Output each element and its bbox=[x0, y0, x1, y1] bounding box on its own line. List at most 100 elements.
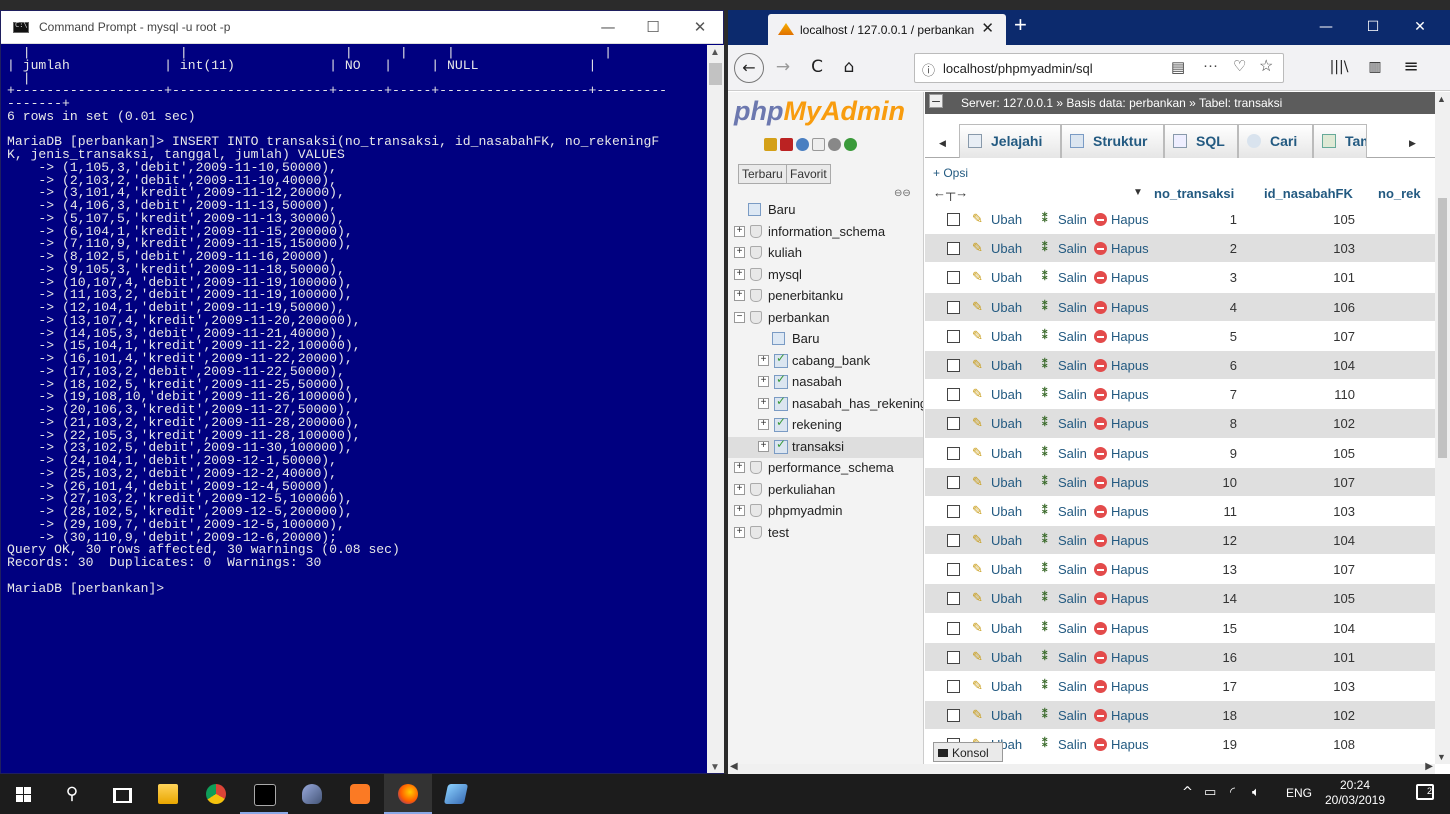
row-checkbox[interactable] bbox=[947, 563, 960, 577]
tree-item-nasabah-has-rekening[interactable]: + nasabah_has_rekening bbox=[728, 394, 923, 416]
delete-link[interactable]: Hapus bbox=[1111, 708, 1149, 723]
row-checkbox[interactable] bbox=[947, 475, 960, 489]
start-button[interactable] bbox=[0, 774, 48, 814]
cell-no-transaksi[interactable]: 8 bbox=[1197, 416, 1237, 431]
tree-item-baru[interactable]: Baru bbox=[728, 200, 923, 222]
cell-id-nasabahfk[interactable]: 107 bbox=[1315, 562, 1355, 577]
new-tab-button[interactable]: + bbox=[1014, 12, 1027, 38]
tree-item-kuliah[interactable]: + kuliah bbox=[728, 243, 923, 265]
edit-link[interactable]: Ubah bbox=[991, 387, 1022, 402]
delete-link[interactable]: Hapus bbox=[1111, 300, 1149, 315]
copy-icon[interactable]: ⁑ bbox=[1042, 737, 1048, 750]
edit-link[interactable]: Ubah bbox=[991, 270, 1022, 285]
pencil-icon[interactable]: ✎ bbox=[972, 445, 983, 461]
cmd-maximize-button[interactable]: ☐ bbox=[631, 11, 675, 44]
cmd-console-output[interactable]: | | | | | | | jumlah | int(11) | NO | | … bbox=[7, 47, 707, 771]
row-checkbox[interactable] bbox=[947, 388, 960, 402]
delete-link[interactable]: Hapus bbox=[1111, 212, 1149, 227]
scroll-right-icon[interactable]: ▶ bbox=[1425, 761, 1433, 772]
scroll-left-icon[interactable]: ◀ bbox=[730, 761, 738, 772]
row-checkbox[interactable] bbox=[947, 504, 960, 518]
cell-no-transaksi[interactable]: 7 bbox=[1197, 387, 1237, 402]
expand-icon[interactable]: + bbox=[734, 268, 745, 280]
copy-link[interactable]: Salin bbox=[1058, 241, 1087, 256]
copy-link[interactable]: Salin bbox=[1058, 679, 1087, 694]
expand-icon[interactable]: + bbox=[734, 225, 745, 237]
column-header-id-nasabahfk[interactable]: id_nasabahFK bbox=[1264, 186, 1353, 201]
tab-sql[interactable]: SQL bbox=[1164, 124, 1238, 158]
copy-icon[interactable]: ⁑ bbox=[1042, 591, 1048, 604]
copy-icon[interactable]: ⁑ bbox=[1042, 533, 1048, 546]
row-checkbox[interactable] bbox=[947, 329, 960, 343]
expand-icon[interactable]: + bbox=[734, 247, 745, 258]
pencil-icon[interactable]: ✎ bbox=[972, 269, 983, 285]
row-checkbox[interactable] bbox=[947, 300, 960, 314]
console-button[interactable]: Konsol bbox=[933, 742, 1003, 762]
edit-link[interactable]: Ubah bbox=[991, 358, 1022, 373]
cell-no-transaksi[interactable]: 12 bbox=[1197, 533, 1237, 548]
help-icon[interactable] bbox=[796, 138, 809, 151]
tree-item-baru[interactable]: Baru bbox=[728, 329, 923, 351]
copy-icon[interactable]: ⁑ bbox=[1042, 504, 1048, 517]
pencil-icon[interactable]: ✎ bbox=[972, 561, 983, 577]
expand-icon[interactable]: + bbox=[758, 440, 769, 452]
delete-icon[interactable] bbox=[1094, 592, 1107, 606]
pencil-icon[interactable]: ✎ bbox=[972, 532, 983, 548]
row-checkbox[interactable] bbox=[947, 650, 960, 664]
pencil-icon[interactable]: ✎ bbox=[972, 240, 983, 256]
copy-icon[interactable]: ⁑ bbox=[1042, 446, 1048, 459]
cell-id-nasabahfk[interactable]: 107 bbox=[1315, 329, 1355, 344]
sidebar-icon[interactable]: ▥ bbox=[1360, 53, 1390, 83]
copy-link[interactable]: Salin bbox=[1058, 562, 1087, 577]
delete-link[interactable]: Hapus bbox=[1111, 621, 1149, 636]
scroll-down-icon[interactable]: ▼ bbox=[710, 762, 720, 773]
delete-link[interactable]: Hapus bbox=[1111, 562, 1149, 577]
page-scrollbar[interactable]: ▲ ▼ bbox=[1435, 92, 1450, 764]
cmd-close-button[interactable]: ✕ bbox=[678, 11, 722, 44]
cell-no-transaksi[interactable]: 16 bbox=[1197, 650, 1237, 665]
bookmark-star-icon[interactable]: ☆ bbox=[1259, 56, 1273, 76]
cell-no-transaksi[interactable]: 17 bbox=[1197, 679, 1237, 694]
cell-no-transaksi[interactable]: 18 bbox=[1197, 708, 1237, 723]
copy-link[interactable]: Salin bbox=[1058, 300, 1087, 315]
expand-icon[interactable]: + bbox=[758, 376, 769, 387]
ff-maximize-button[interactable]: ☐ bbox=[1353, 10, 1393, 45]
delete-icon[interactable] bbox=[1094, 271, 1107, 285]
tab-jelajahi[interactable]: Jelajahi bbox=[959, 124, 1061, 158]
url-bar[interactable]: ⓘ localhost/phpmyadmin/sql ▤ ··· ♡ ☆ bbox=[914, 53, 1284, 83]
page-horizontal-scrollbar[interactable]: ◀ ▶ bbox=[728, 761, 1435, 774]
reload-button[interactable]: C bbox=[802, 53, 832, 83]
tab-tambahkan[interactable]: Tambahkan bbox=[1313, 124, 1367, 158]
reader-view-icon[interactable]: ▤ bbox=[1171, 58, 1185, 76]
cell-id-nasabahfk[interactable]: 104 bbox=[1315, 358, 1355, 373]
delete-icon[interactable] bbox=[1094, 738, 1107, 752]
home-icon[interactable] bbox=[764, 138, 777, 151]
cell-no-transaksi[interactable]: 4 bbox=[1197, 300, 1237, 315]
delete-link[interactable]: Hapus bbox=[1111, 387, 1149, 402]
cell-no-transaksi[interactable]: 1 bbox=[1197, 212, 1237, 227]
delete-icon[interactable] bbox=[1094, 621, 1107, 635]
tree-item-nasabah[interactable]: + nasabah bbox=[728, 372, 923, 394]
delete-icon[interactable] bbox=[1094, 329, 1107, 343]
copy-link[interactable]: Salin bbox=[1058, 621, 1087, 636]
delete-icon[interactable] bbox=[1094, 475, 1107, 489]
pencil-icon[interactable]: ✎ bbox=[972, 328, 983, 344]
cell-id-nasabahfk[interactable]: 105 bbox=[1315, 212, 1355, 227]
delete-link[interactable]: Hapus bbox=[1111, 358, 1149, 373]
delete-link[interactable]: Hapus bbox=[1111, 650, 1149, 665]
pocket-icon[interactable]: ♡ bbox=[1233, 57, 1246, 75]
breadcrumb-text[interactable]: Server: 127.0.0.1 » Basis data: perbanka… bbox=[961, 96, 1282, 110]
pencil-icon[interactable]: ✎ bbox=[972, 649, 983, 665]
volume-icon[interactable]: 🔈︎ bbox=[1252, 785, 1260, 800]
tabs-scroll-right-icon[interactable]: ▶ bbox=[1409, 138, 1416, 149]
pencil-icon[interactable]: ✎ bbox=[972, 415, 983, 431]
phpmyadmin-logo[interactable]: phpMyAdmin bbox=[734, 96, 905, 127]
cell-id-nasabahfk[interactable]: 103 bbox=[1315, 679, 1355, 694]
row-checkbox[interactable] bbox=[947, 446, 960, 460]
cell-id-nasabahfk[interactable]: 101 bbox=[1315, 650, 1355, 665]
tree-item-information-schema[interactable]: + information_schema bbox=[728, 222, 923, 244]
firefox-icon[interactable] bbox=[384, 774, 432, 814]
copy-icon[interactable]: ⁑ bbox=[1042, 212, 1048, 225]
cell-no-transaksi[interactable]: 3 bbox=[1197, 270, 1237, 285]
file-explorer-icon[interactable] bbox=[144, 774, 192, 814]
